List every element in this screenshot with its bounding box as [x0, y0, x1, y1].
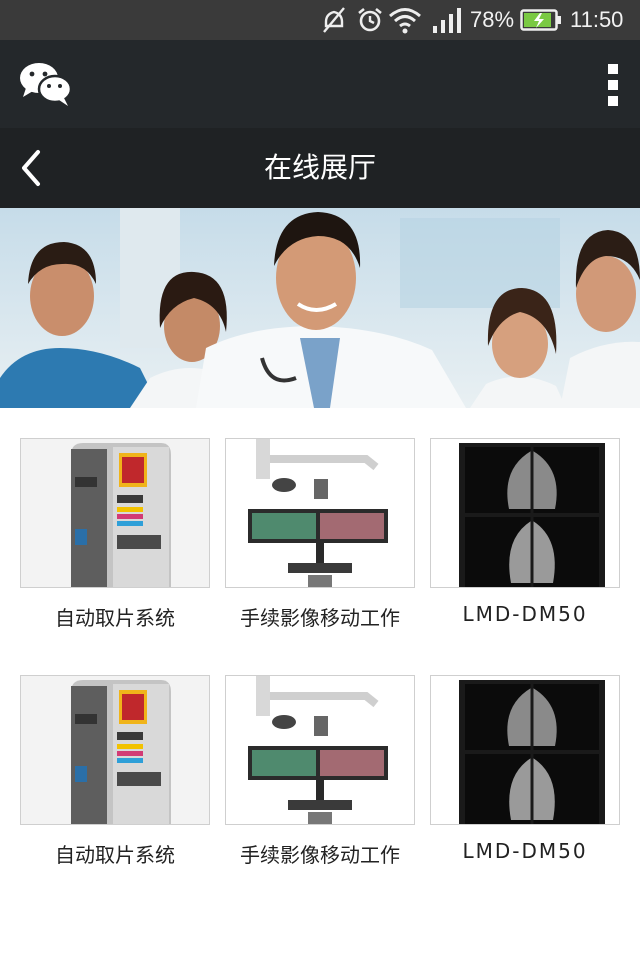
product-image[interactable] — [430, 438, 620, 588]
battery-charging-icon — [520, 0, 562, 40]
product-image[interactable] — [20, 675, 210, 825]
product-image[interactable] — [430, 675, 620, 825]
product-name[interactable]: 自动取片系统 — [12, 839, 218, 868]
wifi-icon — [388, 0, 422, 40]
product-name[interactable]: LMD-DM50 — [422, 602, 628, 626]
alarm-icon — [356, 0, 384, 40]
nav-bar: 在线展厅 — [0, 128, 640, 208]
wechat-top-bar — [0, 40, 640, 128]
banner-image — [0, 208, 640, 408]
product-name[interactable]: 手续影像移动工作 — [217, 839, 423, 868]
product-name[interactable]: 手续影像移动工作 — [217, 602, 423, 631]
product-image[interactable] — [225, 675, 415, 825]
product-name[interactable]: 自动取片系统 — [12, 602, 218, 631]
signal-icon — [432, 0, 462, 40]
status-bar: 78% 11:50 — [0, 0, 640, 40]
page-title: 在线展厅 — [263, 151, 376, 184]
mute-icon — [322, 0, 346, 40]
wechat-logo-icon[interactable] — [18, 60, 74, 112]
clock: 11:50 — [570, 7, 624, 32]
product-image[interactable] — [225, 438, 415, 588]
battery-percent: 78% — [470, 7, 515, 32]
product-image[interactable] — [20, 438, 210, 588]
product-name[interactable]: LMD-DM50 — [422, 839, 628, 863]
more-vertical-icon[interactable] — [606, 64, 620, 106]
